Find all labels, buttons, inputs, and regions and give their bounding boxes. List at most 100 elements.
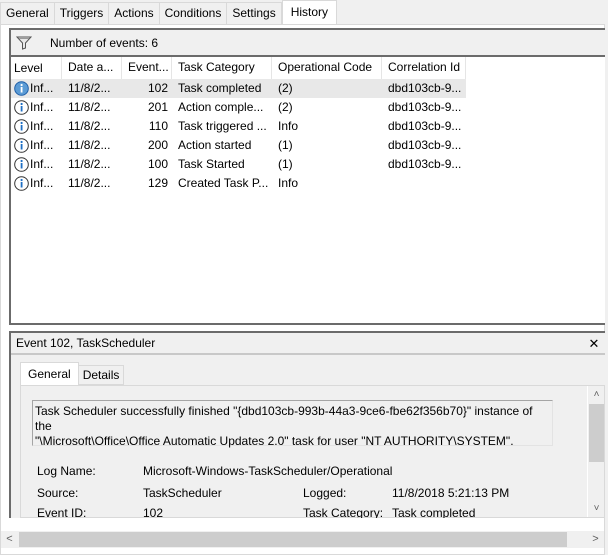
column-header-task-category[interactable]: Task Category [172,57,272,79]
level-text: Inf... [30,100,54,114]
event-message-line-2: "\Microsoft\Office\Office Automatic Upda… [35,434,514,448]
cell-event-id: 129 [147,176,168,190]
event-row[interactable]: Inf... 11/8/2... 201 Action comple... (2) dbd… [11,98,605,117]
details-tab-details[interactable]: Details [78,365,125,385]
events-count: Number of events: 6 [50,35,159,50]
event-message-line-1: Task Scheduler successfully finished "{d… [35,404,533,433]
cell-event-id: 102 [122,79,172,98]
task-category-value: Task completed [392,506,476,518]
cell-date: 11/8/2... [68,157,111,171]
cell-correlation-id: dbd103cb-9... [388,138,462,152]
cell-event-id: 110 [148,119,168,133]
cell-date: 11/8/2... [62,79,122,98]
cell-operational-code: (2) [278,100,293,114]
column-headers: Level Date a... Event... Task Category O… [11,57,605,79]
details-tab-general[interactable]: General [20,362,79,385]
cell-task-category: Task completed [172,79,272,98]
event-row[interactable]: Inf... 11/8/2... 100 Task Started (1) dbd103c… [11,155,605,174]
event-row[interactable]: Inf... 11/8/2... 102 Task completed (2) dbd10… [11,79,605,98]
cell-correlation-id: dbd103cb-9... [388,157,462,171]
horizontal-scrollbar[interactable]: < > [1,531,604,548]
column-header-level[interactable]: Level [11,57,62,79]
vertical-scroll-thumb[interactable] [589,404,604,462]
column-header-date[interactable]: Date a... [62,57,122,79]
event-row[interactable]: Inf... 11/8/2... 129 Created Task P... Info [11,174,605,193]
tab-general[interactable]: General [0,2,55,25]
source-label: Source: [37,486,79,500]
details-tabs: General Details [20,362,125,386]
cell-task-category: Action started [178,138,252,152]
column-header-operational-code[interactable]: Operational Code [272,57,382,79]
event-id-label: Event ID: [37,506,87,518]
event-details-title-bar: Event 102, TaskScheduler ✕ [11,333,605,355]
event-details-title: Event 102, TaskScheduler [16,336,156,350]
cell-operational-code: (1) [278,157,293,171]
event-id-value: 102 [143,506,164,518]
cell-level: Inf... [11,155,62,174]
event-row[interactable]: Inf... 11/8/2... 200 Action started (1) dbd10… [11,136,605,155]
tab-triggers[interactable]: Triggers [54,2,110,25]
cell-date: 11/8/2... [68,138,111,152]
events-list: Level Date a... Event... Task Category O… [11,57,605,193]
cell-level: Inf... [11,79,62,98]
cell-operational-code: (1) [278,138,293,152]
details-general-panel: Task Scheduler successfully finished "{d… [20,385,605,518]
info-icon [14,81,29,96]
logged-value: 11/8/2018 5:21:13 PM [392,486,510,500]
scroll-up-icon[interactable]: ˄ [588,386,605,403]
scroll-right-icon[interactable]: > [587,531,604,548]
info-icon [14,119,29,134]
cell-operational-code: Info [278,176,299,190]
info-icon [14,100,29,115]
cell-task-category: Created Task P... [178,176,269,190]
filter-icon[interactable] [16,36,32,50]
details-vertical-scrollbar[interactable]: ˄ ˅ [587,386,604,517]
cell-task-category: Task triggered ... [178,119,267,133]
cell-level: Inf... [11,174,62,193]
cell-event-id: 201 [147,100,168,114]
cell-correlation-id [382,174,466,193]
event-rows: Inf... 11/8/2... 102 Task completed (2) dbd10… [11,79,605,193]
scroll-down-icon[interactable]: ˅ [588,500,605,517]
column-header-correlation-id[interactable]: Correlation Id [382,57,466,79]
close-icon[interactable]: ✕ [587,333,601,354]
cell-correlation-id: dbd103cb-9... [382,79,466,98]
horizontal-scroll-thumb[interactable] [19,532,567,547]
cell-task-category: Task Started [178,157,245,171]
tab-actions[interactable]: Actions [109,2,160,25]
cell-operational-code: Info [278,119,299,133]
events-header: Number of events: 6 [11,30,605,57]
level-text: Inf... [30,157,54,171]
level-text: Inf... [30,138,54,152]
properties-tabs: General Triggers Actions Conditions Sett… [0,0,338,25]
source-value: TaskScheduler [143,486,222,500]
tab-settings[interactable]: Settings [227,2,282,25]
event-message[interactable]: Task Scheduler successfully finished "{d… [32,400,553,448]
info-icon [14,138,29,153]
log-name-value: Microsoft-Windows-TaskScheduler/Operatio… [143,464,393,478]
event-row[interactable]: Inf... 11/8/2... 110 Task triggered ... Info… [11,117,605,136]
scroll-left-icon[interactable]: < [1,531,18,548]
info-icon [14,157,29,172]
task-category-label: Task Category: [303,506,384,518]
cell-task-category: Action comple... [178,100,264,114]
cell-event-id: 100 [147,157,168,171]
cell-level: Inf... [11,117,62,136]
column-header-event-id[interactable]: Event... [122,57,172,79]
events-pane: Number of events: 6 Level Date a... Even… [9,28,605,325]
log-name-label: Log Name: [37,464,96,478]
event-details-pane: Event 102, TaskScheduler ✕ General Detai… [9,331,605,518]
cell-date: 11/8/2... [68,100,111,114]
cell-operational-code: (2) [272,79,382,98]
tab-conditions[interactable]: Conditions [159,2,228,25]
cell-correlation-id: dbd103cb-9... [388,100,462,114]
cell-level: Inf... [11,98,62,117]
tab-history[interactable]: History [281,0,338,25]
cell-correlation-id: dbd103cb-9... [388,119,462,133]
info-icon [14,176,29,191]
level-text: Inf... [30,81,54,95]
cell-date: 11/8/2... [68,176,111,190]
task-properties-window: General Triggers Actions Conditions Sett… [0,0,608,555]
cell-date: 11/8/2... [68,119,111,133]
cell-level: Inf... [11,136,62,155]
